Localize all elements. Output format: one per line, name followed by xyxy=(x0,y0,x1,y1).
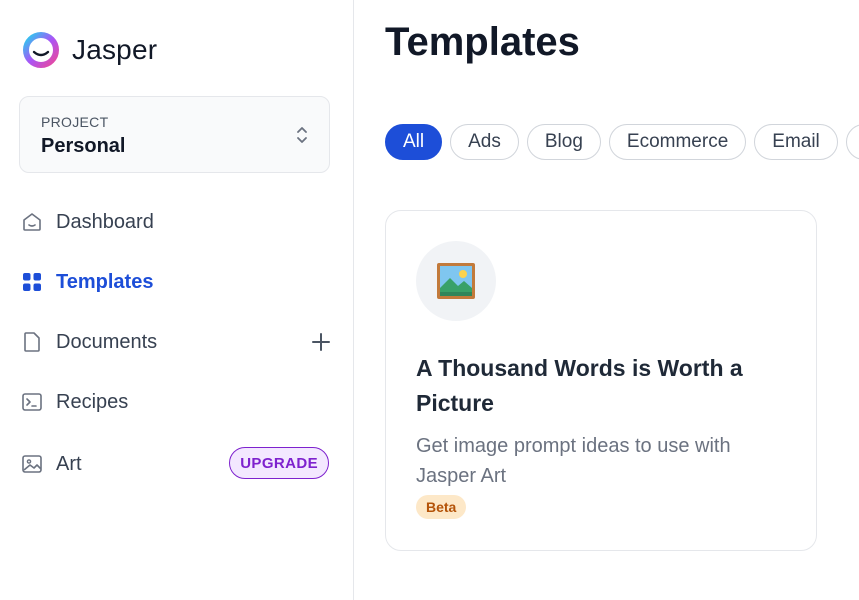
filter-bar: All Ads Blog Ecommerce Email xyxy=(385,124,859,160)
nav-label: Dashboard xyxy=(56,210,154,233)
terminal-icon xyxy=(20,390,44,414)
nav-label: Art xyxy=(56,452,82,475)
sidebar: Jasper PROJECT Personal Dashboard Templa… xyxy=(0,0,354,600)
app-name: Jasper xyxy=(72,34,158,65)
project-selector[interactable]: PROJECT Personal xyxy=(19,96,330,173)
filter-chip-ecommerce[interactable]: Ecommerce xyxy=(608,124,747,160)
filter-chip-all[interactable]: All xyxy=(385,124,443,160)
main-content: Templates All Ads Blog Ecommerce Email A… xyxy=(355,0,859,600)
page-title: Templates xyxy=(385,20,580,64)
filter-chip-ads[interactable]: Ads xyxy=(450,124,519,160)
chevron-up-down-icon xyxy=(297,127,307,143)
grid-icon xyxy=(20,270,44,294)
framed-picture-icon xyxy=(437,263,475,299)
filter-chip-email[interactable]: Email xyxy=(754,124,838,160)
project-label: PROJECT xyxy=(41,114,109,130)
home-icon xyxy=(20,210,44,234)
logo[interactable]: Jasper xyxy=(20,30,157,70)
card-icon-container xyxy=(416,241,496,321)
card-title: A Thousand Words is Worth a Picture xyxy=(416,355,743,416)
nav-label: Documents xyxy=(56,330,158,353)
nav-item-documents[interactable]: Documents xyxy=(20,322,332,362)
nav-label: Recipes xyxy=(56,390,129,413)
filter-chip-more[interactable] xyxy=(845,124,859,160)
upgrade-badge[interactable]: UPGRADE xyxy=(229,447,329,479)
add-document-icon[interactable] xyxy=(310,331,332,353)
nav-label: Templates xyxy=(56,270,154,293)
nav-item-templates[interactable]: Templates xyxy=(20,262,332,302)
card-description: Get image prompt ideas to use with Jaspe… xyxy=(416,435,731,487)
nav-item-recipes[interactable]: Recipes xyxy=(20,382,332,422)
project-name: Personal xyxy=(41,135,126,157)
filter-chip-blog[interactable]: Blog xyxy=(526,124,601,160)
nav-item-dashboard[interactable]: Dashboard xyxy=(20,202,332,242)
jasper-logo-icon xyxy=(23,32,59,68)
image-icon xyxy=(20,452,44,476)
template-card[interactable]: A Thousand Words is Worth a Picture Get … xyxy=(385,210,817,551)
nav-item-art[interactable]: Art UPGRADE xyxy=(20,444,332,484)
document-icon xyxy=(20,330,44,354)
beta-badge: Beta xyxy=(416,495,467,519)
